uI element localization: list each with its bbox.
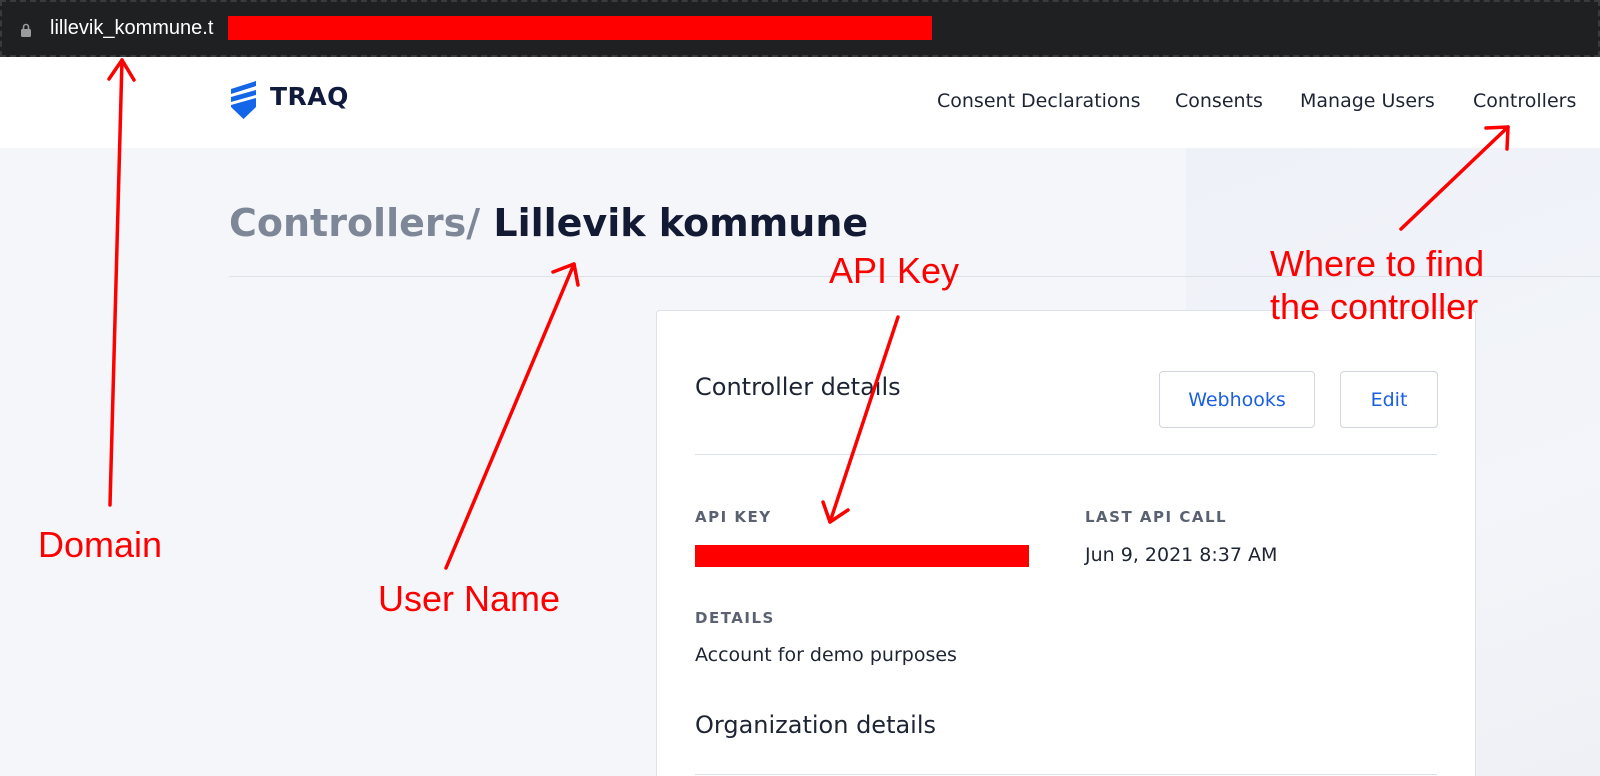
traq-shield-logo[interactable] [229, 79, 258, 121]
annotation-where-line2: the controller [1270, 286, 1479, 327]
lock-icon [21, 23, 31, 37]
section-divider [695, 774, 1437, 775]
annotation-domain: Domain [38, 524, 163, 565]
organization-details-heading: Organization details [695, 711, 937, 739]
user-name-arrow [444, 262, 576, 570]
details-value: Account for demo purposes [695, 644, 957, 666]
api-key-redaction [695, 545, 1029, 567]
card-divider [695, 454, 1437, 455]
breadcrumb: Controllers/ Lillevik kommune [229, 201, 868, 245]
nav-consents[interactable]: Consents [1175, 90, 1263, 112]
annotation-where-line1: Where to find [1270, 243, 1485, 284]
nav-controllers[interactable]: Controllers [1473, 90, 1576, 112]
last-api-call-label: LAST API CALL [1085, 508, 1228, 526]
breadcrumb-parent[interactable]: Controllers/ [229, 201, 480, 245]
details-label: DETAILS [695, 609, 775, 627]
card-title: Controller details [695, 373, 901, 401]
edit-button[interactable]: Edit [1340, 371, 1438, 428]
last-api-call-value: Jun 9, 2021 8:37 AM [1085, 544, 1278, 566]
page-title: Lillevik kommune [493, 201, 869, 245]
annotation-user-name: User Name [378, 578, 561, 619]
api-key-label: API KEY [695, 508, 772, 526]
nav-consent-declarations[interactable]: Consent Declarations [937, 90, 1141, 112]
url-redaction [228, 16, 932, 40]
url-text[interactable]: lillevik_kommune.t [50, 17, 213, 40]
controller-details-card: Controller details Webhooks Edit API KEY… [656, 310, 1476, 776]
nav-manage-users[interactable]: Manage Users [1300, 90, 1435, 112]
webhooks-button[interactable]: Webhooks [1159, 371, 1315, 428]
brand-name[interactable]: TRAQ [270, 82, 349, 111]
annotation-api-key: API Key [829, 250, 960, 291]
